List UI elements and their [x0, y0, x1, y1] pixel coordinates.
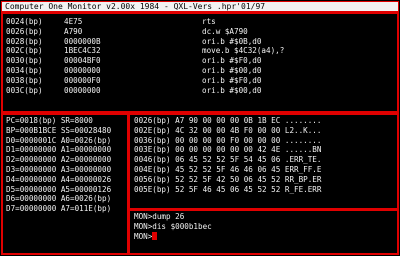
- register-line: D3=00000000 A3=00000000: [6, 164, 112, 174]
- register-line: D5=00000000 A5=00000126: [6, 184, 112, 194]
- disasm-address: 0038(bp): [6, 75, 43, 85]
- register-line: D6=00000000 A6=0026(bp): [6, 194, 112, 204]
- memory-dump-panel: 0026(bp) A7 90 00 00 00 0B 1B EC .......…: [128, 113, 399, 210]
- disasm-instruction: dc.w $A790: [202, 26, 248, 36]
- dump-line: 002E(bp) 4C 32 00 00 4B F0 00 00 L2..K..…: [134, 125, 322, 135]
- disasm-address: 0030(bp): [6, 56, 43, 66]
- disasm-row[interactable]: 0030(bp) 00004BF0 ori.b #$F0,d0: [6, 56, 397, 66]
- disasm-opcode-hex: 000000F0: [64, 75, 101, 85]
- disasm-row[interactable]: 0034(bp) 00000000 ori.b #$00,d0: [6, 66, 397, 76]
- dump-line: 003E(bp) 00 00 00 00 00 00 42 4E ......B…: [134, 145, 322, 155]
- dump-line: 0036(bp) 00 00 00 00 F0 00 00 00 .......…: [134, 135, 322, 145]
- console-history-line: MON>dis $000b1bec: [134, 221, 212, 231]
- disasm-instruction: move.b $4C32(a4),?: [202, 46, 285, 56]
- register-line: D1=00000000 A1=00000000: [6, 145, 112, 155]
- register-line: D4=00000000 A4=00000026: [6, 174, 112, 184]
- disasm-instruction: ori.b #$F0,d0: [202, 75, 262, 85]
- dump-line: 0026(bp) A7 90 00 00 00 0B 1B EC .......…: [134, 116, 322, 125]
- disasm-row[interactable]: 0028(bp) 0000000B ori.b #$0B,d0: [6, 37, 397, 47]
- disasm-address: 0026(bp): [6, 26, 43, 36]
- dump-line: 004E(bp) 45 52 52 5F 46 46 06 45 ERR_FF.…: [134, 164, 322, 174]
- register-line: PC=0018(bp) SR=8000: [6, 116, 93, 125]
- dump-line: 0056(bp) 52 52 5F 42 50 06 45 52 RR_BP.E…: [134, 174, 322, 184]
- disasm-opcode-hex: 00000000: [64, 85, 101, 95]
- disasm-row[interactable]: 0038(bp) 000000F0 ori.b #$F0,d0: [6, 76, 397, 86]
- disasm-opcode-hex: 1BEC4C32: [64, 46, 101, 56]
- console-prompt: MON>: [134, 231, 153, 241]
- disasm-opcode-hex: 0000000B: [64, 36, 101, 46]
- disasm-address: 003C(bp): [6, 85, 43, 95]
- disasm-address: 0028(bp): [6, 36, 43, 46]
- register-line: D0=0000001C A0=0026(bp): [6, 135, 112, 145]
- disasm-address: 0024(bp): [6, 17, 43, 26]
- disasm-instruction: ori.b #$0B,d0: [202, 36, 262, 46]
- register-line: BP=000B1BCE SS=00028480: [6, 125, 112, 135]
- disasm-instruction: rts: [202, 17, 216, 26]
- disasm-address: 0034(bp): [6, 65, 43, 75]
- register-line: D2=00000000 A2=00000000: [6, 155, 112, 165]
- disasm-opcode-hex: 4E75: [64, 17, 83, 26]
- disasm-row[interactable]: 003C(bp) 00000000 ori.b #$00,d0: [6, 86, 397, 96]
- registers-panel: PC=0018(bp) SR=8000 BP=000B1BCE SS=000284…: [1, 113, 129, 255]
- disasm-instruction: ori.b #$00,d0: [202, 85, 262, 95]
- disasm-instruction: ori.b #$F0,d0: [202, 56, 262, 66]
- command-console[interactable]: MON>dump 26 MON>dis $000b1bec MON>: [128, 209, 399, 255]
- dump-line: 0046(bp) 06 45 52 52 5F 54 45 06 .ERR_TE…: [134, 155, 322, 165]
- disasm-row[interactable]: 0024(bp) 4E75 rts: [6, 17, 397, 27]
- disasm-row[interactable]: 002C(bp) 1BEC4C32 move.b $4C32(a4),?: [6, 46, 397, 56]
- disasm-instruction: ori.b #$00,d0: [202, 65, 262, 75]
- disasm-opcode-hex: A790: [64, 26, 83, 36]
- console-prompt-line[interactable]: MON>: [134, 231, 397, 242]
- window-title: Computer One Monitor v2.00x 1984 - QXL-V…: [1, 1, 399, 12]
- disassembly-panel[interactable]: 0024(bp) 4E75 rts 0026(bp) A790 dc.w $A790 002…: [1, 12, 399, 113]
- text-cursor: [152, 231, 158, 240]
- disasm-opcode-hex: 00004BF0: [64, 56, 101, 66]
- disasm-address: 002C(bp): [6, 46, 43, 56]
- register-line: D7=00000000 A7=011E(bp): [6, 204, 112, 214]
- disasm-row[interactable]: 0026(bp) A790 dc.w $A790: [6, 27, 397, 37]
- dump-line: 005E(bp) 52 5F 46 45 06 45 52 52 R_FE.ER…: [134, 184, 322, 194]
- disasm-opcode-hex: 00000000: [64, 65, 101, 75]
- console-history-line: MON>dump 26: [134, 212, 185, 221]
